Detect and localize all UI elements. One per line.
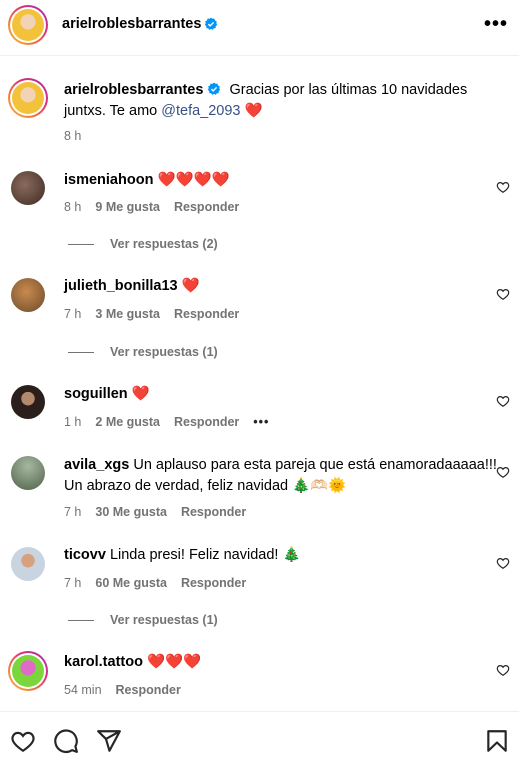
reply-button[interactable]: Responder xyxy=(174,415,239,429)
comment-likes[interactable]: 30 Me gusta xyxy=(95,505,167,519)
comment-avatar[interactable] xyxy=(11,547,45,581)
view-replies-button[interactable]: Ver respuestas (1) xyxy=(68,345,218,359)
bookmark-icon[interactable] xyxy=(484,728,510,754)
comment-text: karol.tattoo ❤️❤️❤️ xyxy=(64,652,504,673)
reply-button[interactable]: Responder xyxy=(181,576,246,590)
heart-emoji: ❤️❤️❤️❤️ xyxy=(157,172,230,188)
comment-likes[interactable]: 60 Me gusta xyxy=(95,576,167,590)
comment-text: soguillen ❤️ xyxy=(64,384,504,405)
comment-likes[interactable]: 9 Me gusta xyxy=(95,200,160,214)
mention-link[interactable]: @tefa_2093 xyxy=(161,103,240,119)
view-replies-button[interactable]: Ver respuestas (1) xyxy=(68,613,218,627)
like-comment-heart-icon[interactable] xyxy=(496,180,510,194)
comment-time: 7 h xyxy=(64,505,82,519)
like-comment-heart-icon[interactable] xyxy=(496,556,510,570)
comment-time: 54 min xyxy=(64,683,102,697)
heart-emoji: ❤️ xyxy=(244,103,263,119)
comment-avatar[interactable] xyxy=(8,651,48,691)
comment-meta: 1 h 2 Me gusta Responder ••• xyxy=(64,415,283,429)
comment-avatar[interactable] xyxy=(11,385,45,419)
comment-likes[interactable]: 3 Me gusta xyxy=(95,307,160,321)
view-replies-button[interactable]: Ver respuestas (2) xyxy=(68,237,218,251)
verified-badge-icon xyxy=(204,17,218,30)
heart-icon[interactable] xyxy=(10,728,36,754)
divider-line xyxy=(68,244,94,246)
comment-likes[interactable]: 2 Me gusta xyxy=(95,415,160,429)
comment-meta: 7 h 30 Me gusta Responder xyxy=(64,505,260,519)
comment-time: 1 h xyxy=(64,415,82,429)
heart-emoji: ❤️❤️❤️ xyxy=(146,654,202,670)
comment-meta: 8 h 9 Me gusta Responder xyxy=(64,200,253,214)
divider-line xyxy=(68,352,94,354)
action-bar xyxy=(0,711,519,759)
more-options-icon[interactable]: ••• xyxy=(484,14,508,34)
comment-username[interactable]: ismeniahoon xyxy=(64,172,153,188)
reply-button[interactable]: Responder xyxy=(181,505,246,519)
comment-text: avila_xgs Un aplauso para esta pareja qu… xyxy=(64,457,497,494)
comment-time: 8 h xyxy=(64,200,82,214)
comment-text: julieth_bonilla13 ❤️ xyxy=(64,276,504,297)
caption-username[interactable]: arielroblesbarrantes xyxy=(64,82,203,98)
comment-avatar[interactable] xyxy=(11,278,45,312)
comment-text: ticovv Linda presi! Feliz navidad! 🎄 xyxy=(64,547,301,563)
share-icon[interactable] xyxy=(96,728,122,754)
reply-button[interactable]: Responder xyxy=(116,683,181,697)
like-comment-heart-icon[interactable] xyxy=(496,287,510,301)
author-avatar[interactable] xyxy=(8,5,48,45)
caption-text: arielroblesbarrantes Gracias por las últ… xyxy=(64,82,468,119)
post-header: arielroblesbarrantes ••• xyxy=(0,0,519,56)
emoji-group: 🎄🫶🏻🌞 xyxy=(292,478,347,494)
caption-meta: 8 h xyxy=(64,129,95,143)
comment-text: ismeniahoon ❤️❤️❤️❤️ xyxy=(64,170,504,191)
reply-button[interactable]: Responder xyxy=(174,200,239,214)
heart-emoji: ❤️ xyxy=(131,386,150,402)
comment-time: 7 h xyxy=(64,576,82,590)
header-username[interactable]: arielroblesbarrantes xyxy=(62,16,201,32)
comment-more-options-icon[interactable]: ••• xyxy=(253,415,269,429)
heart-emoji: ❤️ xyxy=(181,278,200,294)
comment-username[interactable]: julieth_bonilla13 xyxy=(64,278,178,294)
caption-time: 8 h xyxy=(64,129,82,143)
like-comment-heart-icon[interactable] xyxy=(496,465,510,479)
comment-username[interactable]: avila_xgs xyxy=(64,457,129,473)
reply-button[interactable]: Responder xyxy=(174,307,239,321)
tree-emoji: 🎄 xyxy=(282,547,301,563)
comment-avatar[interactable] xyxy=(11,171,45,205)
caption-avatar[interactable] xyxy=(8,78,48,118)
comment-icon[interactable] xyxy=(53,728,79,754)
comment-meta: 7 h 3 Me gusta Responder xyxy=(64,307,253,321)
comment-meta: 7 h 60 Me gusta Responder xyxy=(64,576,260,590)
comment-username[interactable]: soguillen xyxy=(64,386,128,402)
like-comment-heart-icon[interactable] xyxy=(496,663,510,677)
comment-avatar[interactable] xyxy=(11,456,45,490)
comment-time: 7 h xyxy=(64,307,82,321)
verified-badge-icon xyxy=(208,82,221,95)
comment-username[interactable]: ticovv xyxy=(64,547,106,563)
comment-meta: 54 min Responder xyxy=(64,683,195,697)
comment-username[interactable]: karol.tattoo xyxy=(64,654,143,670)
divider-line xyxy=(68,620,94,622)
like-comment-heart-icon[interactable] xyxy=(496,394,510,408)
